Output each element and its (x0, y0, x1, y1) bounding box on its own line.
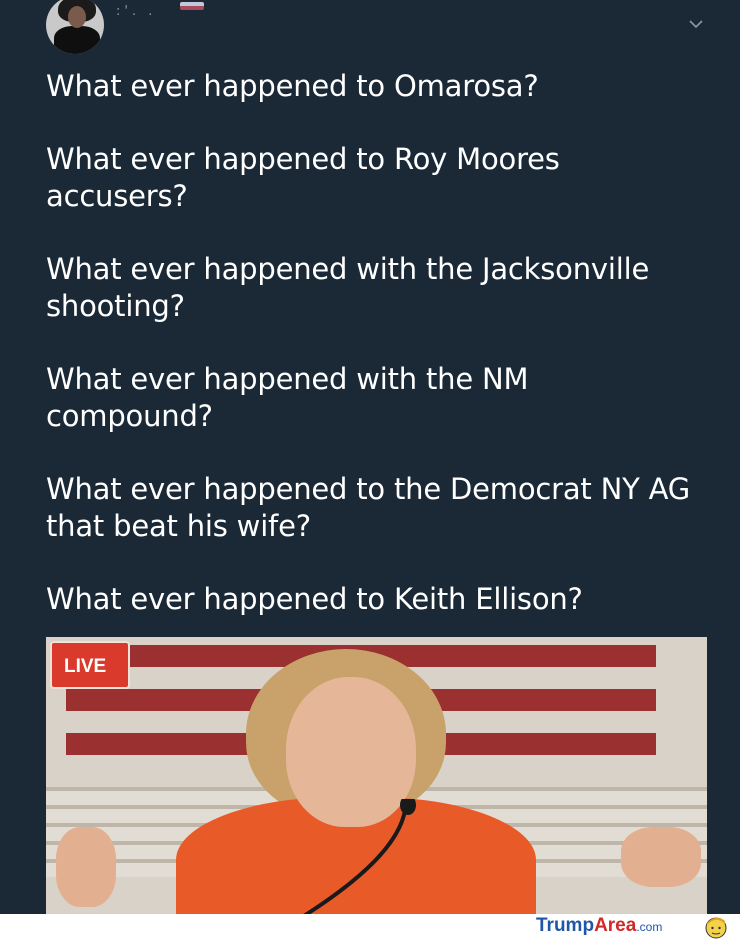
avatar-face (68, 6, 86, 28)
tweet-paragraph: What ever happened to Roy Moores accuser… (46, 142, 560, 213)
brand-area: Area (594, 915, 637, 936)
live-badge: LIVE (50, 641, 130, 689)
microphone-icon (303, 799, 416, 914)
avatar[interactable] (46, 0, 104, 54)
brand-com: .com (636, 920, 663, 934)
tweet-video[interactable]: LIVE (46, 637, 707, 914)
us-flag-icon (180, 2, 204, 10)
tweet-header: :'. . (0, 0, 740, 60)
tweet-paragraph: What ever happened with the Jacksonville… (46, 252, 650, 323)
tweet-paragraph: What ever happened with the NM compound? (46, 362, 529, 433)
tweet-paragraph: What ever happened to Omarosa? (46, 69, 539, 103)
right-hand (621, 827, 701, 887)
avatar-body (54, 26, 100, 54)
trumparea-watermark: TrumpArea.com (536, 914, 696, 938)
chevron-down-icon[interactable] (686, 16, 706, 32)
tweet-text: What ever happened to Omarosa? What ever… (46, 68, 726, 654)
display-name[interactable]: :'. . (116, 4, 166, 22)
tweet-paragraph: What ever happened to the Democrat NY AG… (46, 472, 691, 543)
brand-trump: Trump (536, 915, 595, 936)
tweet-paragraph: What ever happened to Keith Ellison? (46, 582, 583, 616)
left-hand (56, 827, 116, 907)
trump-face-logo-icon (705, 917, 727, 939)
